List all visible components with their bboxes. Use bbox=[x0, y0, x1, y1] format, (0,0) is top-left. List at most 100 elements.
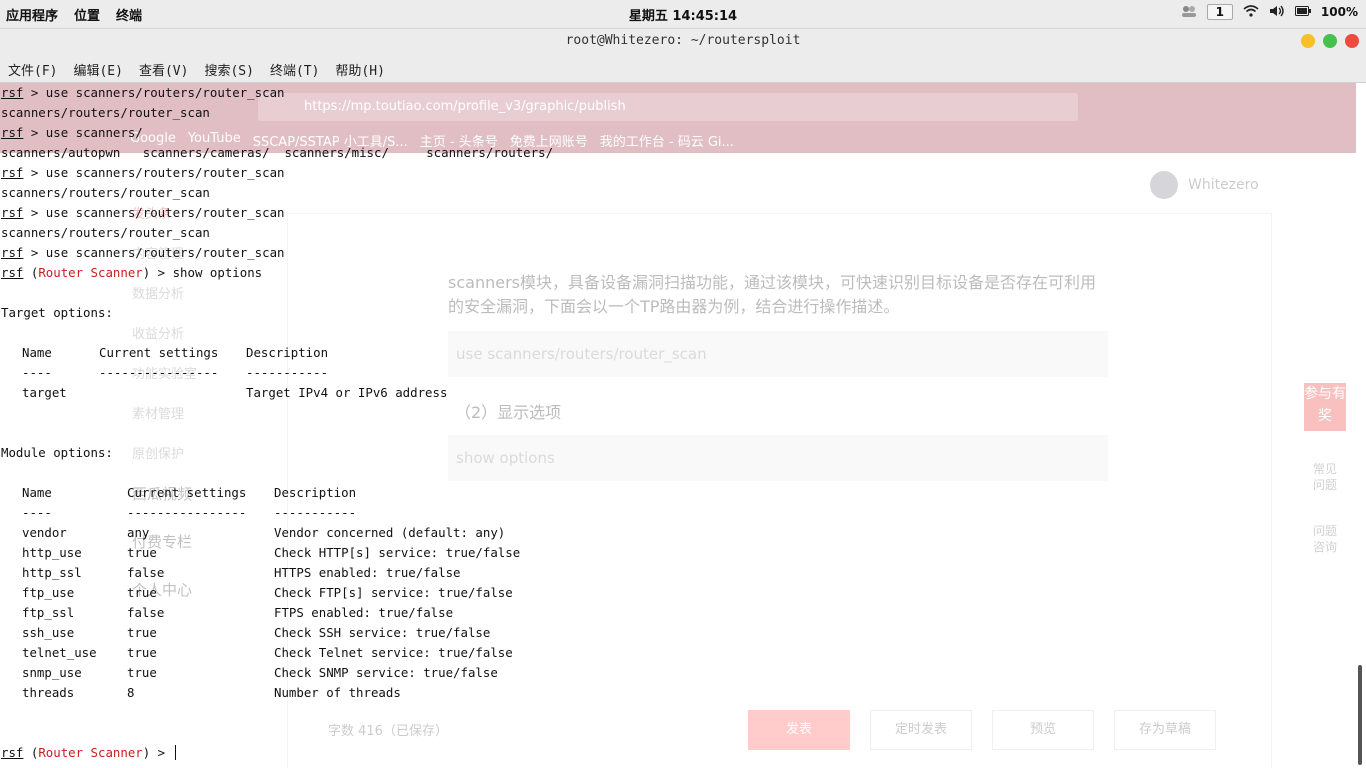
table-row: threads 8 Number of threads bbox=[22, 683, 542, 703]
section-header: Module options: bbox=[1, 445, 113, 460]
table-cell: Check FTP[s] service: true/false bbox=[274, 585, 513, 600]
table-cell: FTPS enabled: true/false bbox=[274, 605, 454, 620]
command: > use scanners/routers/router_scan bbox=[23, 245, 285, 260]
table-underline: ---- bbox=[22, 365, 52, 380]
terminal-line: scanners/autopwn scanners/cameras/ scann… bbox=[1, 145, 554, 160]
command: > show options bbox=[150, 265, 263, 280]
table-cell: true bbox=[127, 665, 157, 680]
table-cell: true bbox=[127, 545, 157, 560]
table-underline: ---- bbox=[22, 505, 52, 520]
terminal-line: rsf (Router Scanner) > bbox=[1, 743, 176, 763]
table-row: ---- ---------------- ----------- bbox=[22, 503, 542, 523]
text-cursor bbox=[174, 745, 176, 760]
window-titlebar[interactable]: root@Whitezero: ~/routersploit bbox=[0, 29, 1366, 55]
table-row: ftp_use true Check FTP[s] service: true/fa… bbox=[22, 583, 542, 603]
command: > use scanners/routers/router_scan bbox=[23, 165, 285, 180]
maximize-button[interactable] bbox=[1323, 34, 1337, 48]
table-cell: snmp_use bbox=[22, 665, 82, 680]
table-row: target Target IPv4 or IPv6 address bbox=[22, 383, 522, 403]
table-header: Current settings bbox=[127, 485, 247, 500]
terminal-line: scanners/routers/router_scan bbox=[1, 185, 210, 200]
menu-help[interactable]: 帮助(H) bbox=[335, 60, 384, 79]
table-cell: ftp_use bbox=[22, 585, 75, 600]
table-cell: true bbox=[127, 645, 157, 660]
table-cell: any bbox=[127, 525, 150, 540]
table-row: snmp_use true Check SNMP service: true/fal… bbox=[22, 663, 542, 683]
module-tag: Router Scanner bbox=[38, 745, 143, 760]
workspace-indicator[interactable]: 1 bbox=[1206, 4, 1233, 20]
table-row: ftp_ssl false FTPS enabled: true/false bbox=[22, 603, 542, 623]
minimize-button[interactable] bbox=[1301, 34, 1315, 48]
top-panel: 应用程序 位置 终端 星期五 14:45:14 1 100% bbox=[0, 0, 1366, 29]
table-cell: false bbox=[127, 605, 165, 620]
table-cell: Check Telnet service: true/false bbox=[274, 645, 513, 660]
table-row: vendor any Vendor concerned (default: any) bbox=[22, 523, 542, 543]
table-cell: false bbox=[127, 565, 165, 580]
people-icon[interactable] bbox=[1181, 5, 1197, 20]
table-row: http_use true Check HTTP[s] service: true/… bbox=[22, 543, 542, 563]
table-cell: http_use bbox=[22, 545, 82, 560]
terminal-output[interactable]: rsf > use scanners/routers/router_scan s… bbox=[1, 83, 1356, 768]
command: > use scanners/routers/router_scan bbox=[23, 85, 285, 100]
table-cell: telnet_use bbox=[22, 645, 97, 660]
table-cell: Check SSH service: true/false bbox=[274, 625, 491, 640]
terminal-app-menu[interactable]: 终端 bbox=[116, 5, 142, 24]
prompt: rsf bbox=[1, 745, 24, 760]
table-underline: ----------- bbox=[246, 365, 329, 380]
command: > use scanners/routers/router_scan bbox=[23, 205, 285, 220]
menubar: 文件(F) 编辑(E) 查看(V) 搜索(S) 终端(T) 帮助(H) bbox=[0, 55, 1366, 83]
table-underline: ---------------- bbox=[127, 505, 247, 520]
table-cell: Check HTTP[s] service: true/false bbox=[274, 545, 521, 560]
menu-view[interactable]: 查看(V) bbox=[139, 60, 188, 79]
battery-icon[interactable] bbox=[1294, 5, 1311, 19]
prompt: rsf bbox=[1, 245, 24, 260]
section-header: Target options: bbox=[1, 305, 113, 320]
table-cell: target bbox=[22, 385, 67, 400]
table-cell: true bbox=[127, 625, 157, 640]
table-cell: Number of threads bbox=[274, 685, 401, 700]
table-underline: ---------------- bbox=[99, 365, 219, 380]
scrollbar[interactable] bbox=[1358, 665, 1362, 765]
command: > bbox=[150, 745, 173, 760]
table-header: Name bbox=[22, 345, 52, 360]
menu-file[interactable]: 文件(F) bbox=[8, 60, 57, 79]
menu-edit[interactable]: 编辑(E) bbox=[73, 60, 122, 79]
table-row: telnet_use true Check Telnet service: true… bbox=[22, 643, 542, 663]
table-row: ---- ---------------- ----------- bbox=[22, 363, 522, 383]
prompt: rsf bbox=[1, 125, 24, 140]
terminal-line: rsf (Router Scanner) > show options bbox=[1, 265, 263, 280]
table-row: Name Current settings Description bbox=[22, 343, 522, 363]
table-header: Description bbox=[246, 345, 329, 360]
prompt: rsf bbox=[1, 165, 24, 180]
terminal-line: scanners/routers/router_scan bbox=[1, 225, 210, 240]
table-cell: Check SNMP service: true/false bbox=[274, 665, 498, 680]
places-menu[interactable]: 位置 bbox=[74, 5, 100, 24]
table-row: Name Current settings Description bbox=[22, 483, 542, 503]
prompt: rsf bbox=[1, 85, 24, 100]
table-header: Description bbox=[274, 485, 357, 500]
menu-terminal[interactable]: 终端(T) bbox=[270, 60, 319, 79]
table-underline: ----------- bbox=[274, 505, 357, 520]
table-header: Current settings bbox=[99, 345, 219, 360]
close-button[interactable] bbox=[1345, 34, 1359, 48]
table-cell: 8 bbox=[127, 685, 135, 700]
wifi-icon[interactable] bbox=[1243, 4, 1259, 20]
table-header: Name bbox=[22, 485, 52, 500]
menu-search[interactable]: 搜索(S) bbox=[204, 60, 253, 79]
table-cell: ssh_use bbox=[22, 625, 75, 640]
table-cell: HTTPS enabled: true/false bbox=[274, 565, 461, 580]
applications-menu[interactable]: 应用程序 bbox=[6, 5, 58, 24]
table-cell: Target IPv4 or IPv6 address bbox=[246, 385, 448, 400]
table-cell: threads bbox=[22, 685, 75, 700]
prompt: rsf bbox=[1, 265, 24, 280]
table-cell: ftp_ssl bbox=[22, 605, 75, 620]
clock[interactable]: 星期五 14:45:14 bbox=[0, 5, 1366, 24]
table-row: http_ssl false HTTPS enabled: true/false bbox=[22, 563, 542, 583]
terminal-line: scanners/routers/router_scan bbox=[1, 105, 210, 120]
table-cell: http_ssl bbox=[22, 565, 82, 580]
module-tag: Router Scanner bbox=[38, 265, 143, 280]
battery-percent: 100% bbox=[1320, 5, 1358, 19]
volume-icon[interactable] bbox=[1269, 5, 1285, 20]
command: > use scanners/ bbox=[23, 125, 143, 140]
terminal-line: rsf > use scanners/ bbox=[1, 123, 143, 143]
